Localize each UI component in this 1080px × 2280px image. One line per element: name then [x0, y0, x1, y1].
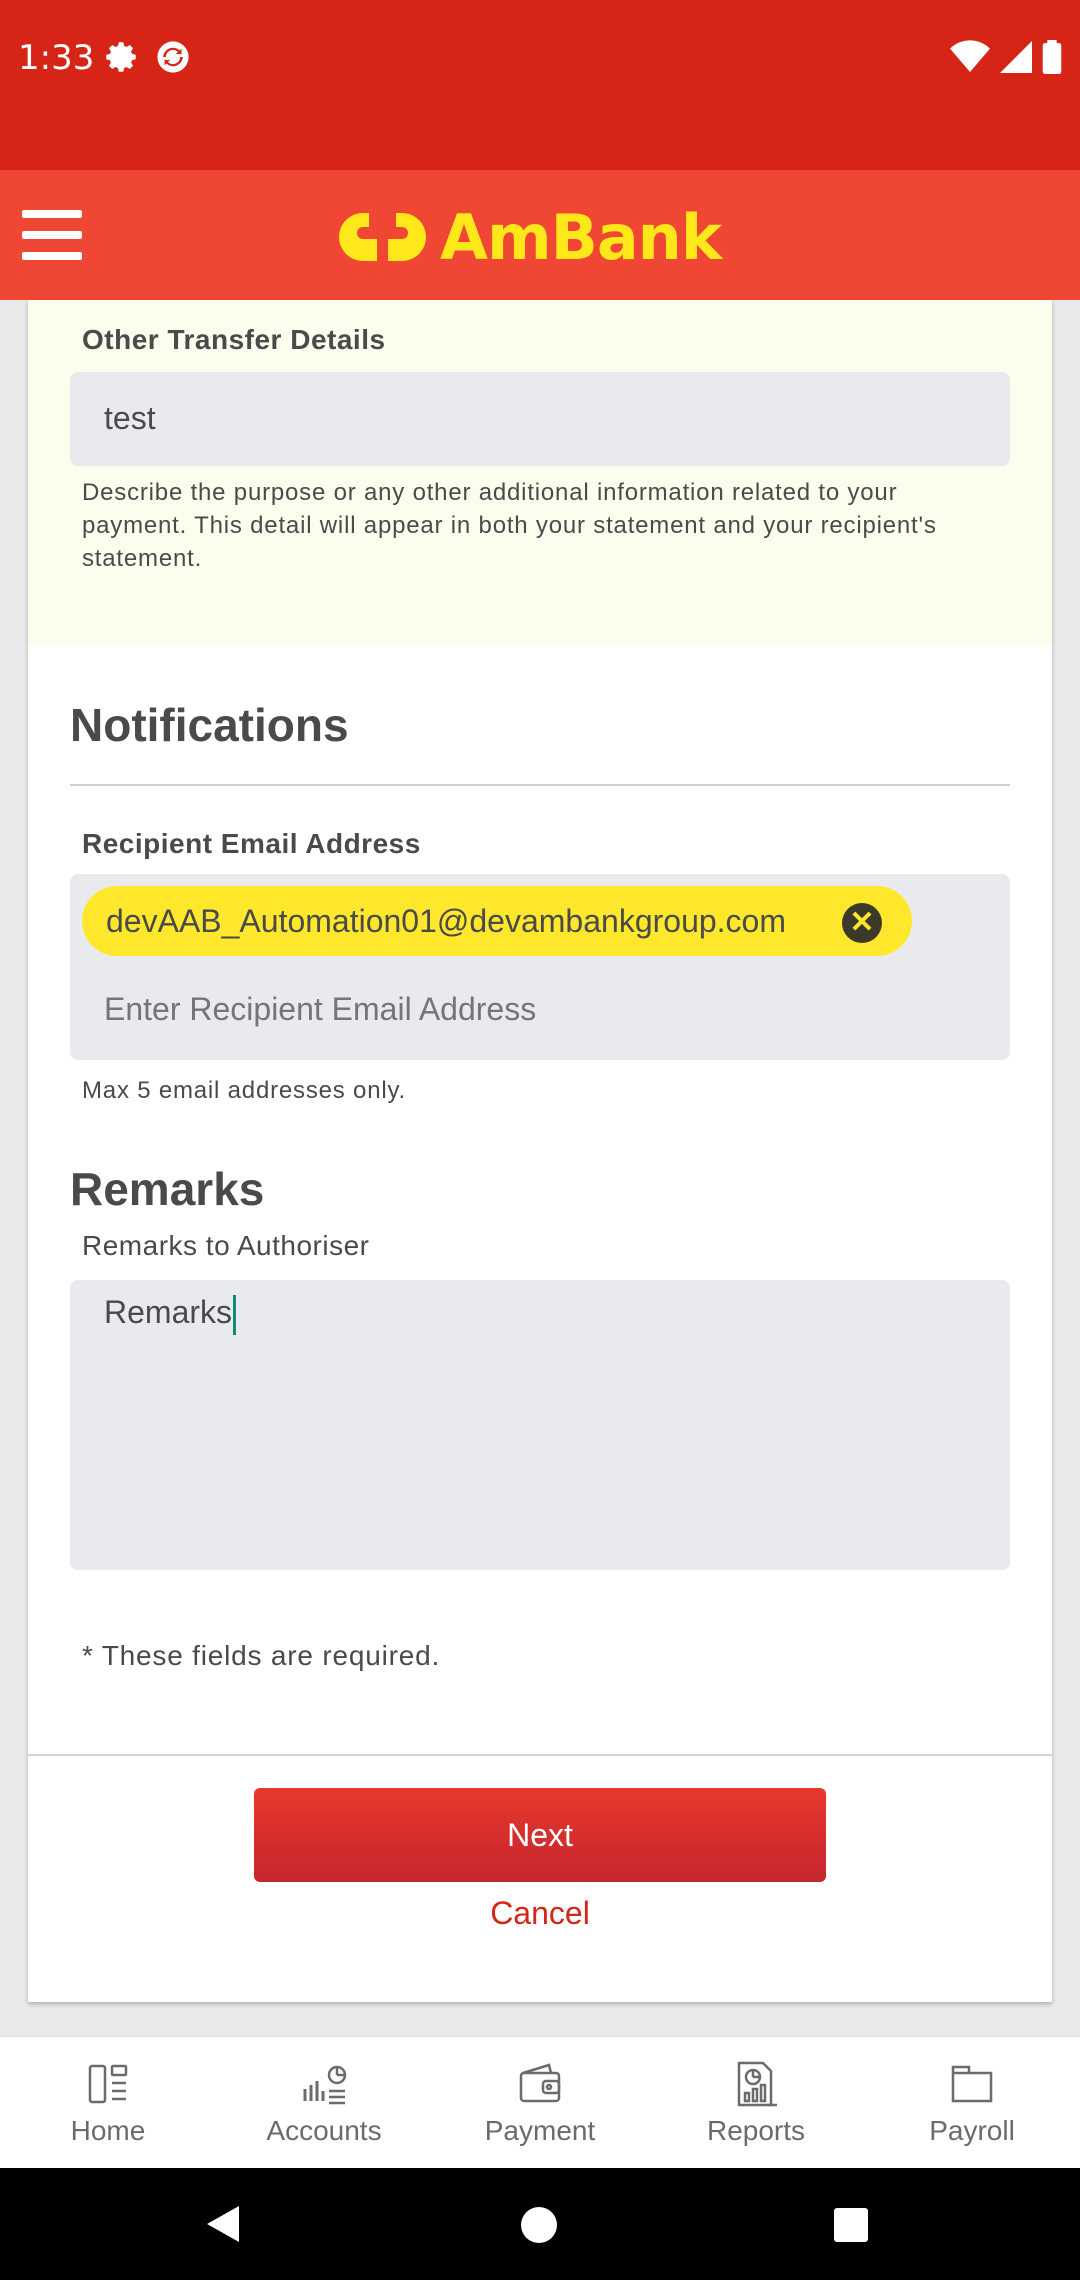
logo-text: AmBank [440, 200, 722, 274]
wifi-icon [950, 40, 990, 72]
sync-icon [157, 41, 189, 73]
nav-label-payroll: Payroll [929, 2114, 1015, 2146]
email-chip: devAAB_Automation01@devambankgroup.com ✕ [82, 886, 912, 956]
recipient-email-field[interactable]: devAAB_Automation01@devambankgroup.com ✕ [70, 874, 1010, 1060]
nav-label-reports: Reports [706, 2114, 806, 2146]
email-chip-text: devAAB_Automation01@devambankgroup.com [106, 902, 786, 939]
notifications-heading: Notifications [70, 699, 349, 751]
required-note: * These fields are required. [82, 1640, 441, 1671]
nav-item-accounts[interactable]: Accounts [216, 2037, 432, 2168]
recipient-email-label: Recipient Email Address [82, 828, 421, 859]
hamburger-icon[interactable] [22, 210, 82, 260]
reports-icon [737, 2061, 777, 2106]
accounts-icon [303, 2065, 347, 2104]
system-nav-bar [0, 2168, 1080, 2280]
back-icon[interactable] [205, 2204, 241, 2244]
close-icon[interactable]: ✕ [842, 903, 882, 943]
remarks-text: Remarks [104, 1294, 237, 1335]
cancel-link[interactable]: Cancel [254, 1878, 826, 1948]
transfer-details-value: test [104, 400, 156, 436]
bottom-nav: Home Accounts Payment Reports Payroll [0, 2036, 1080, 2168]
ambank-logo: AmBank [335, 200, 722, 274]
status-right [950, 40, 1062, 74]
nav-label-payment: Payment [484, 2114, 596, 2146]
next-button[interactable]: Next [254, 1788, 826, 1882]
text-cursor [233, 1294, 237, 1335]
recipient-email-input[interactable] [104, 986, 964, 1032]
actions-divider [28, 1754, 1052, 1756]
ambank-logo-mark [339, 213, 426, 261]
gear-icon [106, 42, 136, 72]
remarks-field[interactable]: Remarks [70, 1280, 1010, 1570]
form-card: Other Transfer Details test Describe the… [28, 300, 1052, 2002]
signal-icon [1000, 41, 1032, 73]
remarks-label: Remarks to Authoriser [82, 1230, 370, 1261]
wallet-icon [519, 2062, 561, 2102]
nav-item-home[interactable]: Home [0, 2037, 216, 2168]
recipient-email-help: Max 5 email addresses only. [82, 1077, 406, 1104]
folder-icon [951, 2065, 993, 2102]
nav-item-reports[interactable]: Reports [648, 2037, 864, 2168]
notifications-divider [70, 784, 1010, 786]
nav-item-payroll[interactable]: Payroll [864, 2037, 1080, 2168]
nav-label-home: Home [70, 2114, 146, 2146]
nav-label-accounts: Accounts [266, 2114, 382, 2146]
transfer-details-field[interactable]: test [70, 372, 1010, 466]
remarks-value: Remarks [104, 1294, 233, 1330]
app-header: AmBank [0, 170, 1080, 300]
home-icon [88, 2064, 128, 2103]
home-circle-icon[interactable] [520, 2206, 558, 2244]
nav-item-payment[interactable]: Payment [432, 2037, 648, 2168]
transfer-details-help: Describe the purpose or any other additi… [82, 479, 937, 572]
transfer-details-label: Other Transfer Details [82, 324, 386, 355]
status-time: 1:33 [18, 38, 95, 78]
remarks-heading: Remarks [70, 1163, 265, 1215]
battery-icon [1042, 40, 1062, 74]
recents-icon[interactable] [834, 2208, 868, 2242]
status-bar: 1:33 [0, 0, 1080, 170]
